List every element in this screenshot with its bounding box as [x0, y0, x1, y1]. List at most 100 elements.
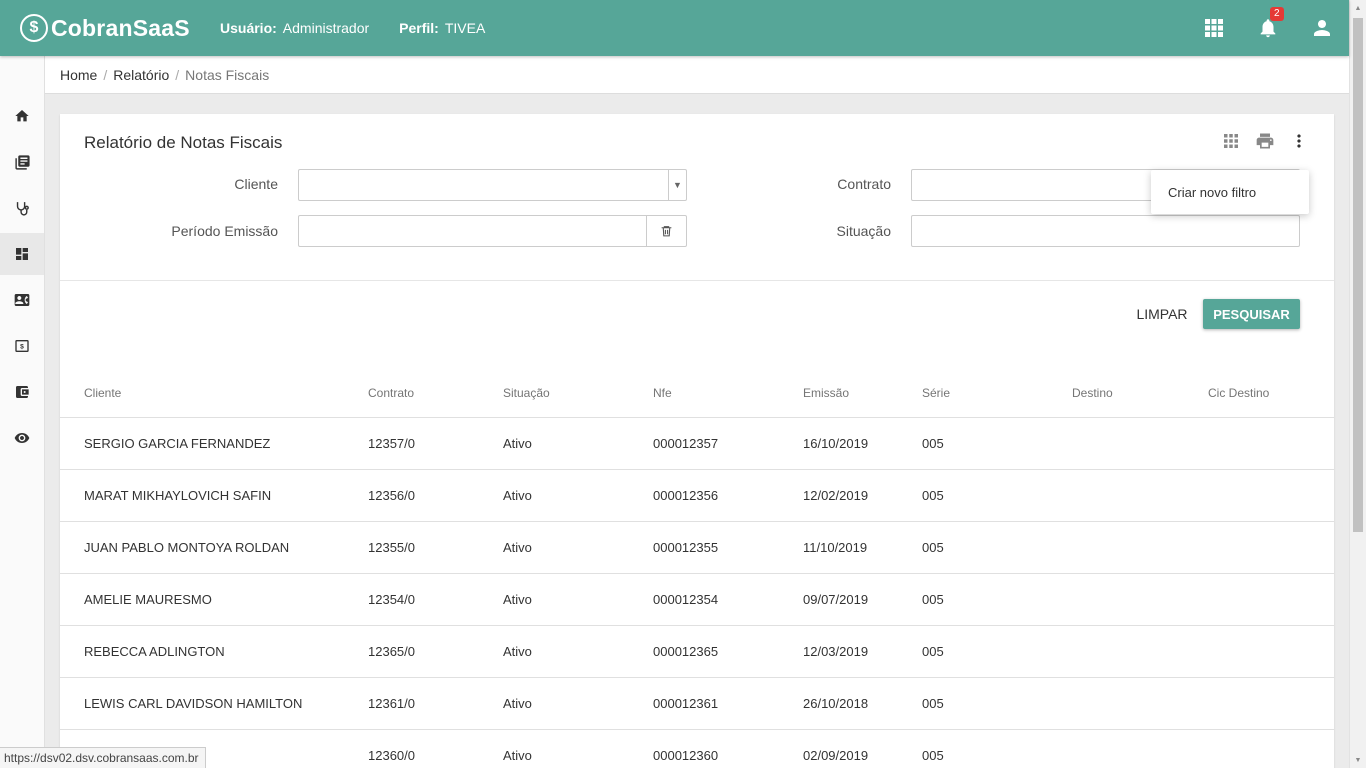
- options-menu: Criar novo filtro: [1151, 170, 1309, 214]
- search-button[interactable]: PESQUISAR: [1203, 299, 1300, 329]
- situacao-input[interactable]: [912, 216, 1299, 246]
- table-row[interactable]: MARAT MIKHAYLOVICH SAFIN 12356/0 Ativo 0…: [60, 470, 1334, 522]
- cell-cliente: LEWIS CARL DAVIDSON HAMILTON: [84, 696, 303, 711]
- cliente-select[interactable]: ▼: [298, 169, 687, 201]
- more-options-button[interactable]: [1282, 130, 1316, 152]
- cliente-label: Cliente: [234, 176, 278, 192]
- page-scrollbar[interactable]: ▲ ▼: [1349, 0, 1366, 768]
- situacao-label: Situação: [836, 223, 891, 239]
- grid-icon: [1224, 134, 1238, 148]
- more-vert-icon: [1297, 134, 1301, 148]
- cell-nfe: 000012365: [653, 644, 719, 659]
- book-icon: [14, 154, 30, 170]
- sidebar-item-library[interactable]: [0, 141, 44, 183]
- print-button[interactable]: [1248, 130, 1282, 152]
- cell-situacao: Ativo: [503, 540, 532, 555]
- sidebar-item-contacts[interactable]: [0, 279, 44, 321]
- cell-contrato: 12356/0: [368, 488, 415, 503]
- cell-nfe: 000012356: [653, 488, 719, 503]
- cell-situacao: Ativo: [503, 696, 532, 711]
- notifications-button[interactable]: 2: [1241, 0, 1295, 56]
- cell-serie: 005: [922, 644, 944, 659]
- situacao-field[interactable]: [911, 215, 1300, 247]
- user-label: Usuário:: [220, 20, 277, 36]
- contact-card-icon: [14, 294, 30, 306]
- scroll-up-arrow-icon[interactable]: ▲: [1350, 0, 1366, 16]
- sidebar-item-billing[interactable]: $: [0, 325, 44, 367]
- scroll-thumb[interactable]: [1353, 18, 1363, 532]
- periodo-emissao-field[interactable]: [298, 215, 687, 247]
- table-row[interactable]: SERGIO GARCIA FERNANDEZ 12357/0 Ativo 00…: [60, 418, 1334, 470]
- table-row[interactable]: JUAN PABLO MONTOYA ROLDAN 12355/0 Ativo …: [60, 522, 1334, 574]
- column-header-cic-destino[interactable]: Cic Destino: [1208, 386, 1269, 400]
- cell-situacao: Ativo: [503, 748, 532, 763]
- svg-text:$: $: [20, 344, 24, 351]
- clear-date-button[interactable]: [646, 216, 686, 246]
- cell-nfe: 000012355: [653, 540, 719, 555]
- table-row[interactable]: 12360/0 Ativo 000012360 02/09/2019 005: [60, 730, 1334, 768]
- cell-contrato: 12357/0: [368, 436, 415, 451]
- column-header-emissao[interactable]: Emissão: [803, 386, 849, 400]
- cell-situacao: Ativo: [503, 488, 532, 503]
- cell-nfe: 000012361: [653, 696, 719, 711]
- cell-serie: 005: [922, 488, 944, 503]
- breadcrumb-home[interactable]: Home: [60, 67, 97, 83]
- breadcrumb-current: Notas Fiscais: [185, 66, 270, 83]
- profile-value: TIVEA: [444, 20, 486, 36]
- cell-nfe: 000012360: [653, 748, 719, 763]
- page-title: Relatório de Notas Fiscais: [84, 133, 283, 152]
- eye-icon: [14, 433, 30, 443]
- cell-situacao: Ativo: [503, 436, 532, 451]
- cell-cliente: MARAT MIKHAYLOVICH SAFIN: [84, 488, 272, 503]
- user-value: Administrador: [282, 20, 370, 36]
- top-app-bar: $ CobranSaaS Usuário: Administrador Perf…: [0, 0, 1349, 56]
- column-header-nfe[interactable]: Nfe: [653, 386, 672, 400]
- cell-contrato: 12360/0: [368, 748, 415, 763]
- cell-emissao: 09/07/2019: [803, 592, 869, 607]
- brand-logo[interactable]: $ CobranSaaS: [20, 14, 220, 42]
- cell-contrato: 12365/0: [368, 644, 415, 659]
- grid-view-button[interactable]: [1214, 130, 1248, 152]
- column-header-serie[interactable]: Série: [922, 386, 950, 400]
- clear-button[interactable]: LIMPAR: [1130, 299, 1194, 329]
- cell-nfe: 000012357: [653, 436, 719, 451]
- cell-emissao: 12/02/2019: [803, 488, 869, 503]
- sidebar-item-home[interactable]: [0, 95, 44, 137]
- column-header-destino[interactable]: Destino: [1072, 386, 1113, 400]
- apps-grid-button[interactable]: [1187, 0, 1241, 56]
- user-info: Usuário: Administrador Perfil: TIVEA: [220, 20, 485, 36]
- column-header-cliente[interactable]: Cliente: [84, 386, 121, 400]
- table-row[interactable]: AMELIE MAURESMO 12354/0 Ativo 000012354 …: [60, 574, 1334, 626]
- cell-cliente: JUAN PABLO MONTOYA ROLDAN: [84, 540, 290, 555]
- menu-item-new-filter[interactable]: Criar novo filtro: [1168, 185, 1256, 200]
- sidebar-item-health[interactable]: [0, 187, 44, 229]
- scroll-down-arrow-icon[interactable]: ▼: [1350, 752, 1366, 768]
- user-menu-button[interactable]: [1295, 0, 1349, 56]
- status-bar-url: https://dsv02.dsv.cobransaas.com.br: [0, 747, 206, 768]
- cell-serie: 005: [922, 592, 944, 607]
- money-icon: $: [15, 340, 29, 352]
- trash-icon: [661, 226, 672, 237]
- column-header-contrato[interactable]: Contrato: [368, 386, 414, 400]
- sidebar-item-wallet[interactable]: [0, 371, 44, 413]
- table-row[interactable]: REBECCA ADLINGTON 12365/0 Ativo 00001236…: [60, 626, 1334, 678]
- sidebar-item-view[interactable]: [0, 417, 44, 459]
- breadcrumb-separator: /: [175, 66, 180, 83]
- cliente-input[interactable]: [299, 170, 686, 200]
- breadcrumb-separator: /: [103, 66, 108, 83]
- sidebar: $: [0, 56, 45, 768]
- column-header-situacao[interactable]: Situação: [503, 386, 550, 400]
- breadcrumb: Home / Relatório / Notas Fiscais: [45, 56, 1349, 94]
- chevron-down-icon[interactable]: ▼: [668, 170, 686, 200]
- cell-contrato: 12361/0: [368, 696, 415, 711]
- report-card: Relatório de Notas Fiscais Cliente ▼ Con…: [60, 114, 1334, 768]
- wallet-icon: [16, 386, 29, 398]
- cell-cliente: AMELIE MAURESMO: [84, 592, 212, 607]
- breadcrumb-relatorio[interactable]: Relatório: [113, 67, 169, 83]
- cell-emissao: 12/03/2019: [803, 644, 869, 659]
- stethoscope-icon: [16, 201, 29, 216]
- sidebar-item-dashboard[interactable]: [0, 233, 44, 275]
- table-row[interactable]: LEWIS CARL DAVIDSON HAMILTON 12361/0 Ati…: [60, 678, 1334, 730]
- periodo-emissao-input[interactable]: [299, 216, 646, 246]
- cell-contrato: 12355/0: [368, 540, 415, 555]
